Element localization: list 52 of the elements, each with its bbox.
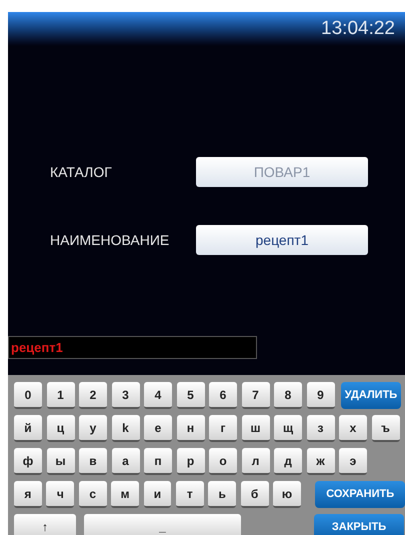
keyboard-key[interactable]: а bbox=[112, 448, 140, 475]
keyboard-key[interactable]: д bbox=[274, 448, 302, 475]
keyboard-key[interactable]: ю bbox=[273, 481, 301, 508]
space-key[interactable]: _ bbox=[84, 514, 241, 535]
keyboard-key[interactable]: 0 bbox=[14, 382, 42, 409]
keyboard-key[interactable]: щ bbox=[274, 415, 302, 442]
keyboard-key[interactable]: ц bbox=[46, 415, 74, 442]
keyboard-key[interactable]: ь bbox=[208, 481, 236, 508]
keyboard-key[interactable]: ы bbox=[46, 448, 74, 475]
keyboard-key[interactable]: п bbox=[144, 448, 172, 475]
keyboard-key[interactable]: 5 bbox=[176, 382, 204, 409]
close-button[interactable]: ЗАКРЫТЬ bbox=[314, 514, 404, 535]
shift-key[interactable]: ↑ bbox=[14, 514, 76, 535]
keyboard-key[interactable]: у bbox=[79, 415, 107, 442]
keyboard-key[interactable]: 3 bbox=[112, 382, 140, 409]
keyboard-key[interactable]: ф bbox=[14, 448, 42, 475]
action-button[interactable]: УДАЛИТЬ bbox=[341, 382, 401, 409]
keyboard-key[interactable]: р bbox=[176, 448, 204, 475]
keyboard-key[interactable]: й bbox=[14, 415, 42, 442]
keyboard-key[interactable]: и bbox=[144, 481, 172, 508]
keyboard-key[interactable]: я bbox=[14, 481, 42, 508]
keyboard-key[interactable]: ч bbox=[46, 481, 74, 508]
keyboard-key[interactable]: 2 bbox=[79, 382, 107, 409]
keyboard-key[interactable]: х bbox=[339, 415, 367, 442]
field-label: КАТАЛОГ bbox=[50, 162, 113, 182]
keyboard-key[interactable]: 8 bbox=[274, 382, 302, 409]
keyboard-key[interactable]: 4 bbox=[144, 382, 172, 409]
keyboard-key[interactable]: э bbox=[339, 448, 367, 475]
keyboard-key[interactable]: k bbox=[112, 415, 140, 442]
keyboard-key[interactable]: г bbox=[209, 415, 237, 442]
keyboard-key[interactable]: о bbox=[209, 448, 237, 475]
keyboard-key[interactable]: 6 bbox=[209, 382, 237, 409]
clock-time: 13:04:22 bbox=[321, 16, 395, 41]
keyboard-key[interactable]: в bbox=[79, 448, 107, 475]
keyboard-key[interactable]: е bbox=[144, 415, 172, 442]
field-label: НАИМЕНОВАНИЕ bbox=[50, 230, 170, 250]
keyboard-key[interactable]: 1 bbox=[46, 382, 74, 409]
keyboard-key[interactable]: м bbox=[111, 481, 139, 508]
input-field[interactable]: рецепт1 bbox=[8, 336, 257, 359]
text-field[interactable]: рецепт1 bbox=[196, 225, 368, 255]
keyboard-key[interactable]: 7 bbox=[242, 382, 270, 409]
keyboard-key[interactable]: ъ bbox=[372, 415, 400, 442]
keyboard-key[interactable]: ж bbox=[306, 448, 334, 475]
keyboard-key[interactable]: с bbox=[78, 481, 107, 508]
keyboard-key[interactable]: 9 bbox=[306, 382, 334, 409]
keyboard-key[interactable]: т bbox=[176, 481, 204, 508]
keyboard-key[interactable]: л bbox=[242, 448, 270, 475]
keyboard-key[interactable]: ш bbox=[242, 415, 270, 442]
keyboard-key[interactable]: б bbox=[240, 481, 268, 508]
action-button[interactable]: СОХРАНИТЬ bbox=[315, 481, 405, 508]
keyboard-key[interactable]: з bbox=[306, 415, 334, 442]
keyboard-key[interactable]: н bbox=[176, 415, 204, 442]
